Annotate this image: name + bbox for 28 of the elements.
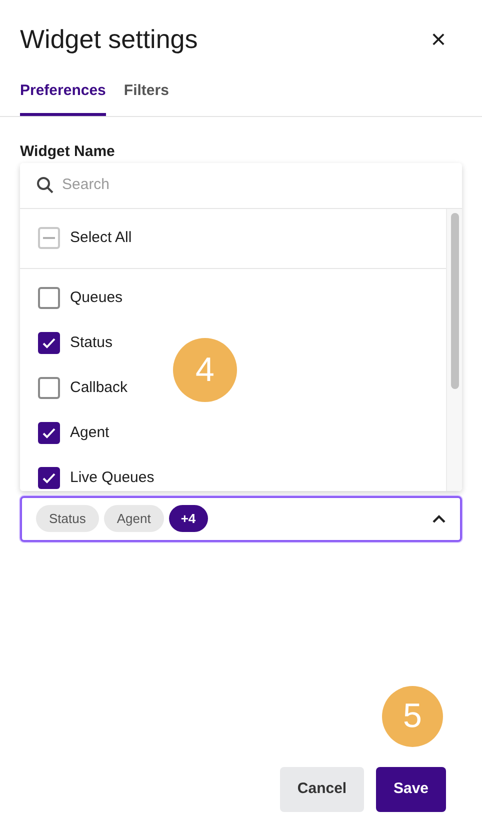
tab[interactable]: Preferences xyxy=(20,80,106,116)
cancel-button[interactable]: Cancel xyxy=(280,767,364,812)
chevron-up-icon[interactable] xyxy=(432,514,446,524)
option[interactable]: Agent xyxy=(20,410,128,456)
save-button[interactable]: Save xyxy=(376,767,446,812)
option[interactable]: Status xyxy=(20,320,131,366)
checkbox[interactable] xyxy=(38,287,60,309)
field-label: Widget Name xyxy=(20,142,116,160)
checkbox[interactable] xyxy=(38,422,60,444)
checkbox[interactable] xyxy=(38,377,60,399)
chip: Status xyxy=(36,505,99,532)
step-marker: 5 xyxy=(382,686,443,747)
select-all-option[interactable]: Select All xyxy=(20,208,446,268)
select-field[interactable]: Status Agent +4 xyxy=(20,496,462,542)
count-badge: +4 xyxy=(168,505,208,532)
option[interactable]: Queues xyxy=(20,276,141,320)
option[interactable]: Callback xyxy=(20,366,146,410)
tab[interactable]: Filters xyxy=(124,80,169,116)
search-field[interactable]: Search xyxy=(62,174,446,196)
checkbox[interactable] xyxy=(38,467,60,489)
close-button[interactable]: × xyxy=(430,26,446,52)
checkbox[interactable] xyxy=(38,227,60,249)
search-icon xyxy=(36,176,54,194)
checkbox[interactable] xyxy=(38,332,60,354)
scrollbar[interactable] xyxy=(446,208,462,490)
chip: Agent xyxy=(104,505,164,532)
option[interactable]: Live Queues xyxy=(20,456,172,490)
dialog-title: Widget settings xyxy=(20,22,198,56)
